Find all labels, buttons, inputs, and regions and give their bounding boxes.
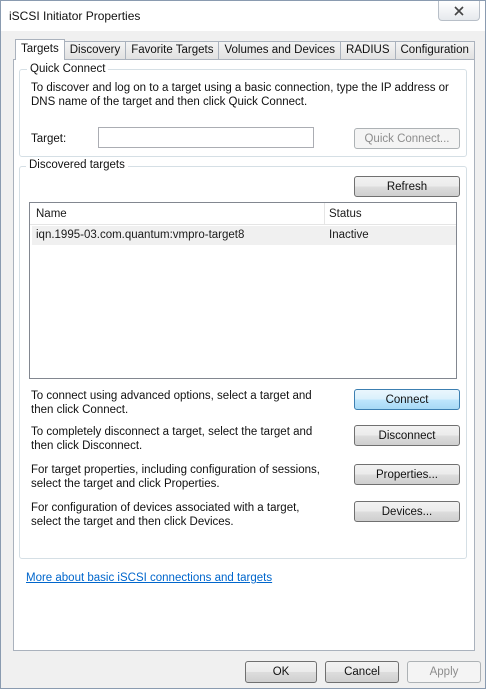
close-icon — [454, 5, 464, 16]
target-input[interactable] — [98, 127, 314, 148]
tab-radius[interactable]: RADIUS — [341, 41, 396, 60]
cancel-button[interactable]: Cancel — [325, 661, 399, 683]
tab-strip: Targets Discovery Favorite Targets Volum… — [15, 39, 475, 60]
table-row[interactable]: iqn.1995-03.com.quantum:vmpro-target8 In… — [32, 226, 456, 245]
target-label: Target: — [31, 133, 67, 145]
row-target-status: Inactive — [329, 229, 369, 241]
tab-configuration[interactable]: Configuration — [395, 41, 475, 60]
column-divider[interactable] — [324, 203, 325, 225]
devices-description: For configuration of devices associated … — [31, 502, 300, 528]
column-header-status[interactable]: Status — [329, 208, 362, 220]
list-header: Name Status — [30, 203, 456, 225]
help-link[interactable]: More about basic iSCSI connections and t… — [26, 572, 272, 584]
devices-button[interactable]: Devices... — [354, 501, 460, 522]
connect-button[interactable]: Connect — [354, 389, 460, 410]
properties-description: For target properties, including configu… — [31, 464, 320, 490]
targets-list[interactable]: Name Status iqn.1995-03.com.quantum:vmpr… — [29, 202, 457, 379]
column-header-name[interactable]: Name — [36, 208, 67, 220]
apply-button[interactable]: Apply — [407, 661, 481, 683]
quick-connect-button[interactable]: Quick Connect... — [354, 128, 460, 149]
disconnect-description: To completely disconnect a target, selec… — [31, 426, 313, 452]
ok-button[interactable]: OK — [245, 661, 317, 683]
tab-targets[interactable]: Targets — [15, 39, 65, 60]
discovered-targets-legend: Discovered targets — [26, 159, 128, 171]
quick-connect-description: To discover and log on to a target using… — [31, 82, 449, 108]
close-button[interactable] — [438, 1, 480, 21]
tab-volumes-and-devices[interactable]: Volumes and Devices — [219, 41, 342, 60]
tab-discovery[interactable]: Discovery — [64, 41, 127, 60]
refresh-button[interactable]: Refresh — [354, 176, 460, 197]
connect-description: To connect using advanced options, selec… — [31, 390, 312, 416]
title-bar: iSCSI Initiator Properties — [1, 1, 485, 31]
row-target-name: iqn.1995-03.com.quantum:vmpro-target8 — [36, 229, 245, 241]
properties-button[interactable]: Properties... — [354, 464, 460, 485]
window-title: iSCSI Initiator Properties — [9, 9, 141, 23]
disconnect-button[interactable]: Disconnect — [354, 425, 460, 446]
quick-connect-legend: Quick Connect — [27, 63, 109, 75]
dialog-window: iSCSI Initiator Properties Targets Disco… — [0, 0, 486, 689]
tab-favorite-targets[interactable]: Favorite Targets — [126, 41, 220, 60]
